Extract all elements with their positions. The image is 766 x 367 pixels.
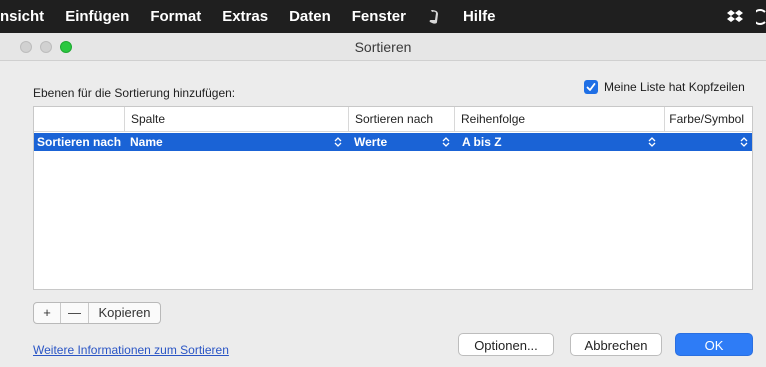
column-header-farbe-symbol: Farbe/Symbol xyxy=(664,107,752,131)
row-label: Sortieren nach xyxy=(37,135,122,149)
menu-ansicht[interactable]: nsicht xyxy=(0,8,44,25)
level-controls: + — Kopieren xyxy=(33,302,161,324)
column-select[interactable]: Name xyxy=(130,133,163,151)
chevron-updown-icon[interactable] xyxy=(740,136,748,148)
table-row[interactable]: Sortieren nach Name Werte A bis Z xyxy=(34,133,752,151)
window-title: Sortieren xyxy=(354,39,412,55)
menu-hilfe[interactable]: Hilfe xyxy=(463,8,496,25)
chevron-updown-icon[interactable] xyxy=(648,136,656,148)
sort-on-select[interactable]: Werte xyxy=(354,133,387,151)
column-header-sortieren-nach: Sortieren nach xyxy=(348,107,454,131)
has-headers-option[interactable]: Meine Liste hat Kopfzeilen xyxy=(584,80,745,94)
sort-levels-table: Spalte Sortieren nach Reihenfolge Farbe/… xyxy=(33,106,753,290)
script-icon[interactable] xyxy=(427,9,441,25)
options-button[interactable]: Optionen... xyxy=(458,333,554,356)
row-label-header xyxy=(34,107,124,131)
sort-levels-heading: Ebenen für die Sortierung hinzufügen: xyxy=(33,86,236,100)
dropbox-icon[interactable] xyxy=(726,9,744,25)
order-select[interactable]: A bis Z xyxy=(462,133,502,151)
ok-button[interactable]: OK xyxy=(675,333,753,356)
chevron-updown-icon[interactable] xyxy=(334,136,342,148)
help-link[interactable]: Weitere Informationen zum Sortieren xyxy=(33,343,229,357)
menu-bar: nsicht Einfügen Format Extras Daten Fens… xyxy=(0,0,766,33)
chevron-updown-icon[interactable] xyxy=(442,136,450,148)
has-headers-label: Meine Liste hat Kopfzeilen xyxy=(604,80,745,94)
column-header-reihenfolge: Reihenfolge xyxy=(454,107,664,131)
window-titlebar: Sortieren xyxy=(0,33,766,61)
menu-einfuegen[interactable]: Einfügen xyxy=(65,8,129,25)
menu-extras[interactable]: Extras xyxy=(222,8,268,25)
menu-fenster[interactable]: Fenster xyxy=(352,8,406,25)
cancel-button[interactable]: Abbrechen xyxy=(570,333,662,356)
table-header: Spalte Sortieren nach Reihenfolge Farbe/… xyxy=(34,107,752,132)
column-header-spalte: Spalte xyxy=(124,107,348,131)
add-level-button[interactable]: + xyxy=(34,303,60,323)
status-icons xyxy=(726,0,766,33)
checkmark-icon xyxy=(586,83,596,91)
time-machine-icon[interactable] xyxy=(756,8,766,25)
copy-level-button[interactable]: Kopieren xyxy=(88,303,160,323)
menu-format[interactable]: Format xyxy=(150,8,201,25)
has-headers-checkbox[interactable] xyxy=(584,80,598,94)
menu-daten[interactable]: Daten xyxy=(289,8,331,25)
remove-level-button[interactable]: — xyxy=(60,303,88,323)
